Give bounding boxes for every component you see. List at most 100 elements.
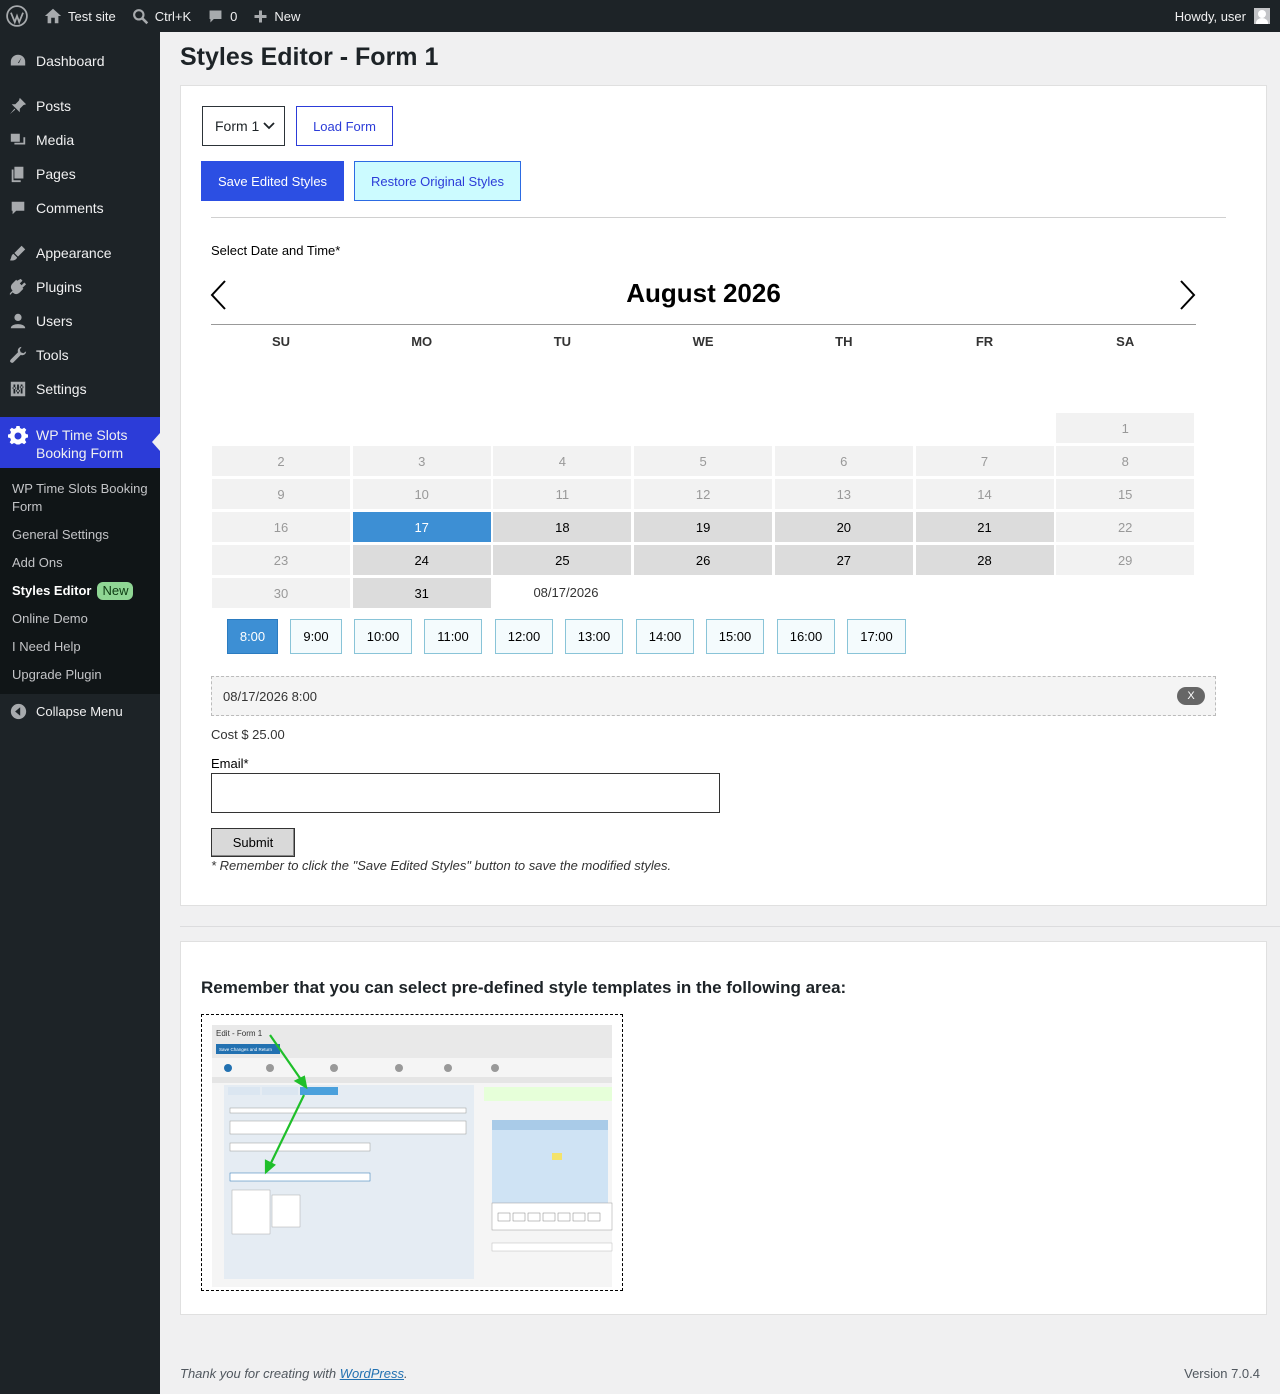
time-slot[interactable]: 16:00 xyxy=(777,619,835,654)
submenu-wp-time-slots[interactable]: WP Time Slots Booking Form xyxy=(12,480,152,516)
submenu-upgrade-plugin[interactable]: Upgrade Plugin xyxy=(12,666,152,684)
screenshot-save-button: Save Changes and Return xyxy=(219,1047,273,1052)
calendar-day[interactable]: 18 xyxy=(493,512,632,542)
time-slot[interactable]: 15:00 xyxy=(706,619,764,654)
submenu-need-help[interactable]: I Need Help xyxy=(12,638,152,656)
calendar-month-title: August 2026 xyxy=(626,278,781,308)
new-content-link[interactable]: New xyxy=(245,0,308,32)
email-label: Email* xyxy=(211,756,249,771)
admin-sidebar: Dashboard Posts Media Pages Comments App… xyxy=(0,32,160,1394)
form-select[interactable]: Form 1 xyxy=(202,106,285,146)
templates-screenshot-image: Edit - Form 1 Save Changes and Return xyxy=(201,1014,623,1291)
menu-label: Plugins xyxy=(36,279,82,295)
sliders-icon xyxy=(0,380,36,398)
menu-settings[interactable]: Settings xyxy=(0,372,160,406)
time-slot-selected[interactable]: 8:00 xyxy=(227,619,278,654)
menu-plugins[interactable]: Plugins xyxy=(0,270,160,304)
restore-original-styles-button[interactable]: Restore Original Styles xyxy=(354,161,521,201)
time-slot[interactable]: 13:00 xyxy=(565,619,623,654)
calendar-day[interactable]: 19 xyxy=(634,512,773,542)
calendar-day: 4 xyxy=(493,446,632,476)
calendar-day[interactable]: 28 xyxy=(915,545,1054,575)
calendar-day[interactable]: 27 xyxy=(774,545,913,575)
section-separator xyxy=(180,926,1280,927)
plug-icon xyxy=(0,278,36,296)
menu-wp-time-slots[interactable]: WP Time Slots Booking Form xyxy=(0,417,160,468)
collapse-menu-button[interactable]: Collapse Menu xyxy=(0,694,160,728)
time-slot[interactable]: 10:00 xyxy=(354,619,412,654)
calendar-day[interactable]: 20 xyxy=(774,512,913,542)
calendar-day: 16 xyxy=(212,512,350,542)
menu-label: Comments xyxy=(36,200,104,216)
save-edited-styles-button[interactable]: Save Edited Styles xyxy=(201,161,344,201)
calendar-day: 29 xyxy=(1056,545,1195,575)
footer-version: Version 7.0.4 xyxy=(1184,1366,1260,1381)
submenu-general-settings[interactable]: General Settings xyxy=(12,526,152,544)
comments-link[interactable]: 0 xyxy=(199,0,245,32)
menu-label: Tools xyxy=(36,347,69,363)
selected-slot-summary: 08/17/2026 8:00 X xyxy=(211,676,1216,716)
remove-slot-button[interactable]: X xyxy=(1177,687,1205,705)
time-slot[interactable]: 17:00 xyxy=(847,619,906,654)
footer-thanks: Thank you for creating with WordPress. xyxy=(180,1366,408,1381)
submenu: WP Time Slots Booking Form General Setti… xyxy=(0,468,160,694)
submit-button[interactable]: Submit xyxy=(211,828,295,857)
menu-label: Dashboard xyxy=(36,53,105,69)
calendar-day[interactable]: 25 xyxy=(493,545,632,575)
my-account[interactable]: Howdy, user xyxy=(1175,8,1280,24)
load-form-button[interactable]: Load Form xyxy=(296,106,393,146)
submenu-styles-editor[interactable]: Styles Editor New xyxy=(12,582,152,600)
menu-comments[interactable]: Comments xyxy=(0,191,160,225)
calendar-day: 22 xyxy=(1056,512,1195,542)
footer-thanks-prefix: Thank you for creating with xyxy=(180,1366,340,1381)
pages-icon xyxy=(0,165,36,183)
plus-icon xyxy=(254,10,267,22)
menu-users[interactable]: Users xyxy=(0,304,160,338)
date-field-label: Select Date and Time* xyxy=(211,243,341,258)
calendar-day: 13 xyxy=(774,479,913,509)
selected-slot-text: 08/17/2026 8:00 xyxy=(223,688,317,704)
templates-info-title: Remember that you can select pre-defined… xyxy=(201,978,847,997)
menu-label: Users xyxy=(36,313,73,329)
search-shortcut[interactable]: Ctrl+K xyxy=(124,0,199,32)
time-slot[interactable]: 12:00 xyxy=(495,619,553,654)
calendar-day: 9 xyxy=(212,479,350,509)
search-shortcut-label: Ctrl+K xyxy=(154,8,192,24)
page-title: Styles Editor - Form 1 xyxy=(180,43,439,71)
cost-text: Cost $ 25.00 xyxy=(211,727,285,742)
calendar-day: 23 xyxy=(212,545,350,575)
footer-thanks-suffix: . xyxy=(404,1366,408,1381)
site-name-link[interactable]: Test site xyxy=(36,0,124,32)
calendar-day: 6 xyxy=(774,446,913,476)
gear-icon xyxy=(0,426,36,446)
wordpress-link[interactable]: WordPress xyxy=(340,1366,404,1381)
time-slot[interactable]: 11:00 xyxy=(424,619,482,654)
time-slot[interactable]: 14:00 xyxy=(636,619,694,654)
calendar-day: 14 xyxy=(915,479,1054,509)
comments-count: 0 xyxy=(230,8,238,24)
time-slot[interactable]: 9:00 xyxy=(290,619,342,654)
menu-posts[interactable]: Posts xyxy=(0,89,160,123)
calendar-day: 8 xyxy=(1056,446,1195,476)
wordpress-logo-icon[interactable] xyxy=(0,0,36,32)
email-field[interactable] xyxy=(211,773,720,813)
form-select-value: Form 1 xyxy=(215,118,260,134)
user-icon xyxy=(0,312,36,330)
submenu-online-demo[interactable]: Online Demo xyxy=(12,610,152,628)
howdy-text: Howdy, user xyxy=(1174,8,1246,24)
menu-pages[interactable]: Pages xyxy=(0,157,160,191)
calendar-day[interactable]: 26 xyxy=(634,545,773,575)
calendar-day-selected[interactable]: 17 xyxy=(352,512,491,542)
menu-tools[interactable]: Tools xyxy=(0,338,160,372)
calendar-day: 7 xyxy=(915,446,1054,476)
screenshot-title: Edit - Form 1 xyxy=(216,1029,263,1038)
next-month-arrow-icon[interactable] xyxy=(1175,278,1199,312)
menu-dashboard[interactable]: Dashboard xyxy=(0,44,160,78)
menu-media[interactable]: Media xyxy=(0,123,160,157)
comment-icon xyxy=(209,10,222,22)
calendar-day: 10 xyxy=(352,479,491,509)
menu-appearance[interactable]: Appearance xyxy=(0,236,160,270)
calendar-day[interactable]: 21 xyxy=(915,512,1054,542)
submenu-add-ons[interactable]: Add Ons xyxy=(12,554,152,572)
calendar-day[interactable]: 24 xyxy=(352,545,491,575)
